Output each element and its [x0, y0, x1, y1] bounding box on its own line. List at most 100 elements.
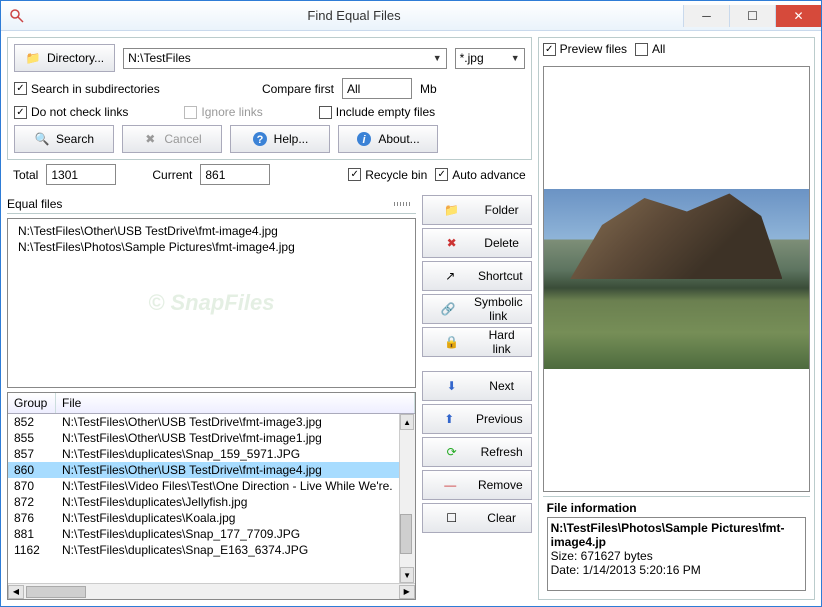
delete-icon: ✖	[431, 235, 473, 251]
folder-button[interactable]: 📁Folder	[422, 195, 532, 225]
help-icon: ?	[252, 131, 268, 147]
top-panel: 📁 Directory... N:\TestFiles ▼ *.jpg ▼ ✓	[7, 37, 532, 160]
no-check-links-check[interactable]: ✓ Do not check links	[14, 105, 128, 119]
arrow-up-icon: ⬆	[431, 411, 468, 427]
cell-file: N:\TestFiles\Other\USB TestDrive\fmt-ima…	[56, 414, 399, 430]
fileinfo-label: File information	[547, 501, 806, 515]
search-subdirs-label: Search in subdirectories	[31, 82, 160, 96]
filter-value: *.jpg	[460, 51, 484, 65]
remove-label: Remove	[478, 478, 523, 492]
minimize-button[interactable]: ─	[683, 5, 729, 27]
auto-advance-check[interactable]: ✓ Auto advance	[435, 168, 525, 182]
gripper-icon[interactable]	[394, 202, 410, 206]
cancel-icon: ✖	[142, 131, 158, 147]
shortcut-icon: ↗	[431, 268, 470, 284]
recycle-bin-check[interactable]: ✓ Recycle bin	[348, 168, 427, 182]
maximize-button[interactable]: ☐	[729, 5, 775, 27]
cancel-button: ✖ Cancel	[122, 125, 222, 153]
search-icon: 🔍	[34, 131, 50, 147]
total-input: 1301	[46, 164, 116, 185]
info-icon: i	[356, 131, 372, 147]
current-input: 861	[200, 164, 270, 185]
check-icon	[184, 106, 197, 119]
equal-files-list[interactable]: N:\TestFiles\Other\USB TestDrive\fmt-ima…	[7, 218, 416, 388]
refresh-button[interactable]: ⟳Refresh	[422, 437, 532, 467]
shortcut-button[interactable]: ↗ Shortcut	[422, 261, 532, 291]
scroll-down-icon[interactable]: ▼	[400, 567, 414, 583]
groups-table[interactable]: Group File 852N:\TestFiles\Other\USB Tes…	[7, 392, 416, 600]
cell-group: 852	[8, 414, 56, 430]
svg-text:?: ?	[256, 134, 263, 146]
fileinfo-name: N:\TestFiles\Photos\Sample Pictures\fmt-…	[551, 521, 802, 549]
total-value: 1301	[51, 168, 78, 182]
cell-group: 1162	[8, 542, 56, 558]
include-empty-label: Include empty files	[336, 105, 435, 119]
clear-button[interactable]: ☐Clear	[422, 503, 532, 533]
previous-button[interactable]: ⬆ Previous	[422, 404, 532, 434]
equal-files-label: Equal files	[7, 197, 62, 211]
table-row[interactable]: 857N:\TestFiles\duplicates\Snap_159_5971…	[8, 446, 399, 462]
folder-icon: 📁	[25, 50, 41, 66]
delete-label: Delete	[481, 236, 523, 250]
table-row[interactable]: 1162N:\TestFiles\duplicates\Snap_E163_63…	[8, 542, 399, 558]
next-button[interactable]: ⬇Next	[422, 371, 532, 401]
table-row[interactable]: 855N:\TestFiles\Other\USB TestDrive\fmt-…	[8, 430, 399, 446]
table-row[interactable]: 876N:\TestFiles\duplicates\Koala.jpg	[8, 510, 399, 526]
shortcut-label: Shortcut	[478, 269, 523, 283]
search-subdirs-check[interactable]: ✓ Search in subdirectories	[14, 82, 160, 96]
about-button[interactable]: i About...	[338, 125, 438, 153]
refresh-label: Refresh	[481, 445, 523, 459]
preview-files-check[interactable]: ✓ Preview files	[543, 42, 627, 56]
table-row[interactable]: 872N:\TestFiles\duplicates\Jellyfish.jpg	[8, 494, 399, 510]
cell-group: 855	[8, 430, 56, 446]
watermark: © SnapFiles	[148, 290, 274, 316]
preview-all-check[interactable]: All	[635, 42, 665, 56]
scroll-right-icon[interactable]: ▶	[399, 585, 415, 599]
no-check-links-label: Do not check links	[31, 105, 128, 119]
ignore-links-label: Ignore links	[201, 105, 262, 119]
hardlink-button[interactable]: 🔒 Hard link	[422, 327, 532, 357]
vertical-scrollbar[interactable]: ▲ ▼	[399, 414, 415, 583]
scroll-up-icon[interactable]: ▲	[400, 414, 414, 430]
directory-value: N:\TestFiles	[128, 51, 191, 65]
cell-file: N:\TestFiles\Other\USB TestDrive\fmt-ima…	[56, 430, 399, 446]
col-group[interactable]: Group	[8, 393, 56, 413]
equal-file-row[interactable]: N:\TestFiles\Photos\Sample Pictures\fmt-…	[10, 239, 413, 255]
filter-combo[interactable]: *.jpg ▼	[455, 48, 525, 69]
table-row[interactable]: 881N:\TestFiles\duplicates\Snap_177_7709…	[8, 526, 399, 542]
equal-file-row[interactable]: N:\TestFiles\Other\USB TestDrive\fmt-ima…	[10, 223, 413, 239]
table-row[interactable]: 870N:\TestFiles\Video Files\Test\One Dir…	[8, 478, 399, 494]
compare-first-input[interactable]: All	[342, 78, 412, 99]
check-icon	[319, 106, 332, 119]
check-icon: ✓	[348, 168, 361, 181]
clear-icon: ☐	[431, 510, 473, 526]
cancel-button-label: Cancel	[164, 132, 201, 146]
compare-first-label: Compare first	[262, 82, 334, 96]
close-button[interactable]: ✕	[775, 5, 821, 27]
help-button[interactable]: ? Help...	[230, 125, 330, 153]
search-button[interactable]: 🔍 Search	[14, 125, 114, 153]
table-row[interactable]: 860N:\TestFiles\Other\USB TestDrive\fmt-…	[8, 462, 399, 478]
chevron-down-icon: ▼	[511, 53, 520, 63]
hardlink-icon: 🔒	[431, 334, 473, 350]
directory-button[interactable]: 📁 Directory...	[14, 44, 115, 72]
symlink-button[interactable]: 🔗Symbolic link	[422, 294, 532, 324]
chevron-down-icon: ▼	[433, 53, 442, 63]
titlebar: Find Equal Files ─ ☐ ✕	[1, 1, 821, 31]
include-empty-check[interactable]: Include empty files	[319, 105, 435, 119]
table-row[interactable]: 852N:\TestFiles\Other\USB TestDrive\fmt-…	[8, 414, 399, 430]
delete-button[interactable]: ✖ Delete	[422, 228, 532, 258]
next-label: Next	[481, 379, 523, 393]
directory-combo[interactable]: N:\TestFiles ▼	[123, 48, 447, 69]
cell-group: 870	[8, 478, 56, 494]
scroll-left-icon[interactable]: ◀	[8, 585, 24, 599]
current-label: Current	[152, 168, 192, 182]
remove-button[interactable]: —Remove	[422, 470, 532, 500]
fileinfo-box: N:\TestFiles\Photos\Sample Pictures\fmt-…	[547, 517, 806, 591]
fileinfo-date: Date: 1/14/2013 5:20:16 PM	[551, 563, 802, 577]
app-window: Find Equal Files ─ ☐ ✕ 📁 Directory... N:…	[0, 0, 822, 607]
horizontal-scrollbar[interactable]: ◀ ▶	[8, 583, 415, 599]
col-file[interactable]: File	[56, 393, 415, 413]
previous-label: Previous	[476, 412, 523, 426]
hardlink-label: Hard link	[481, 328, 523, 356]
